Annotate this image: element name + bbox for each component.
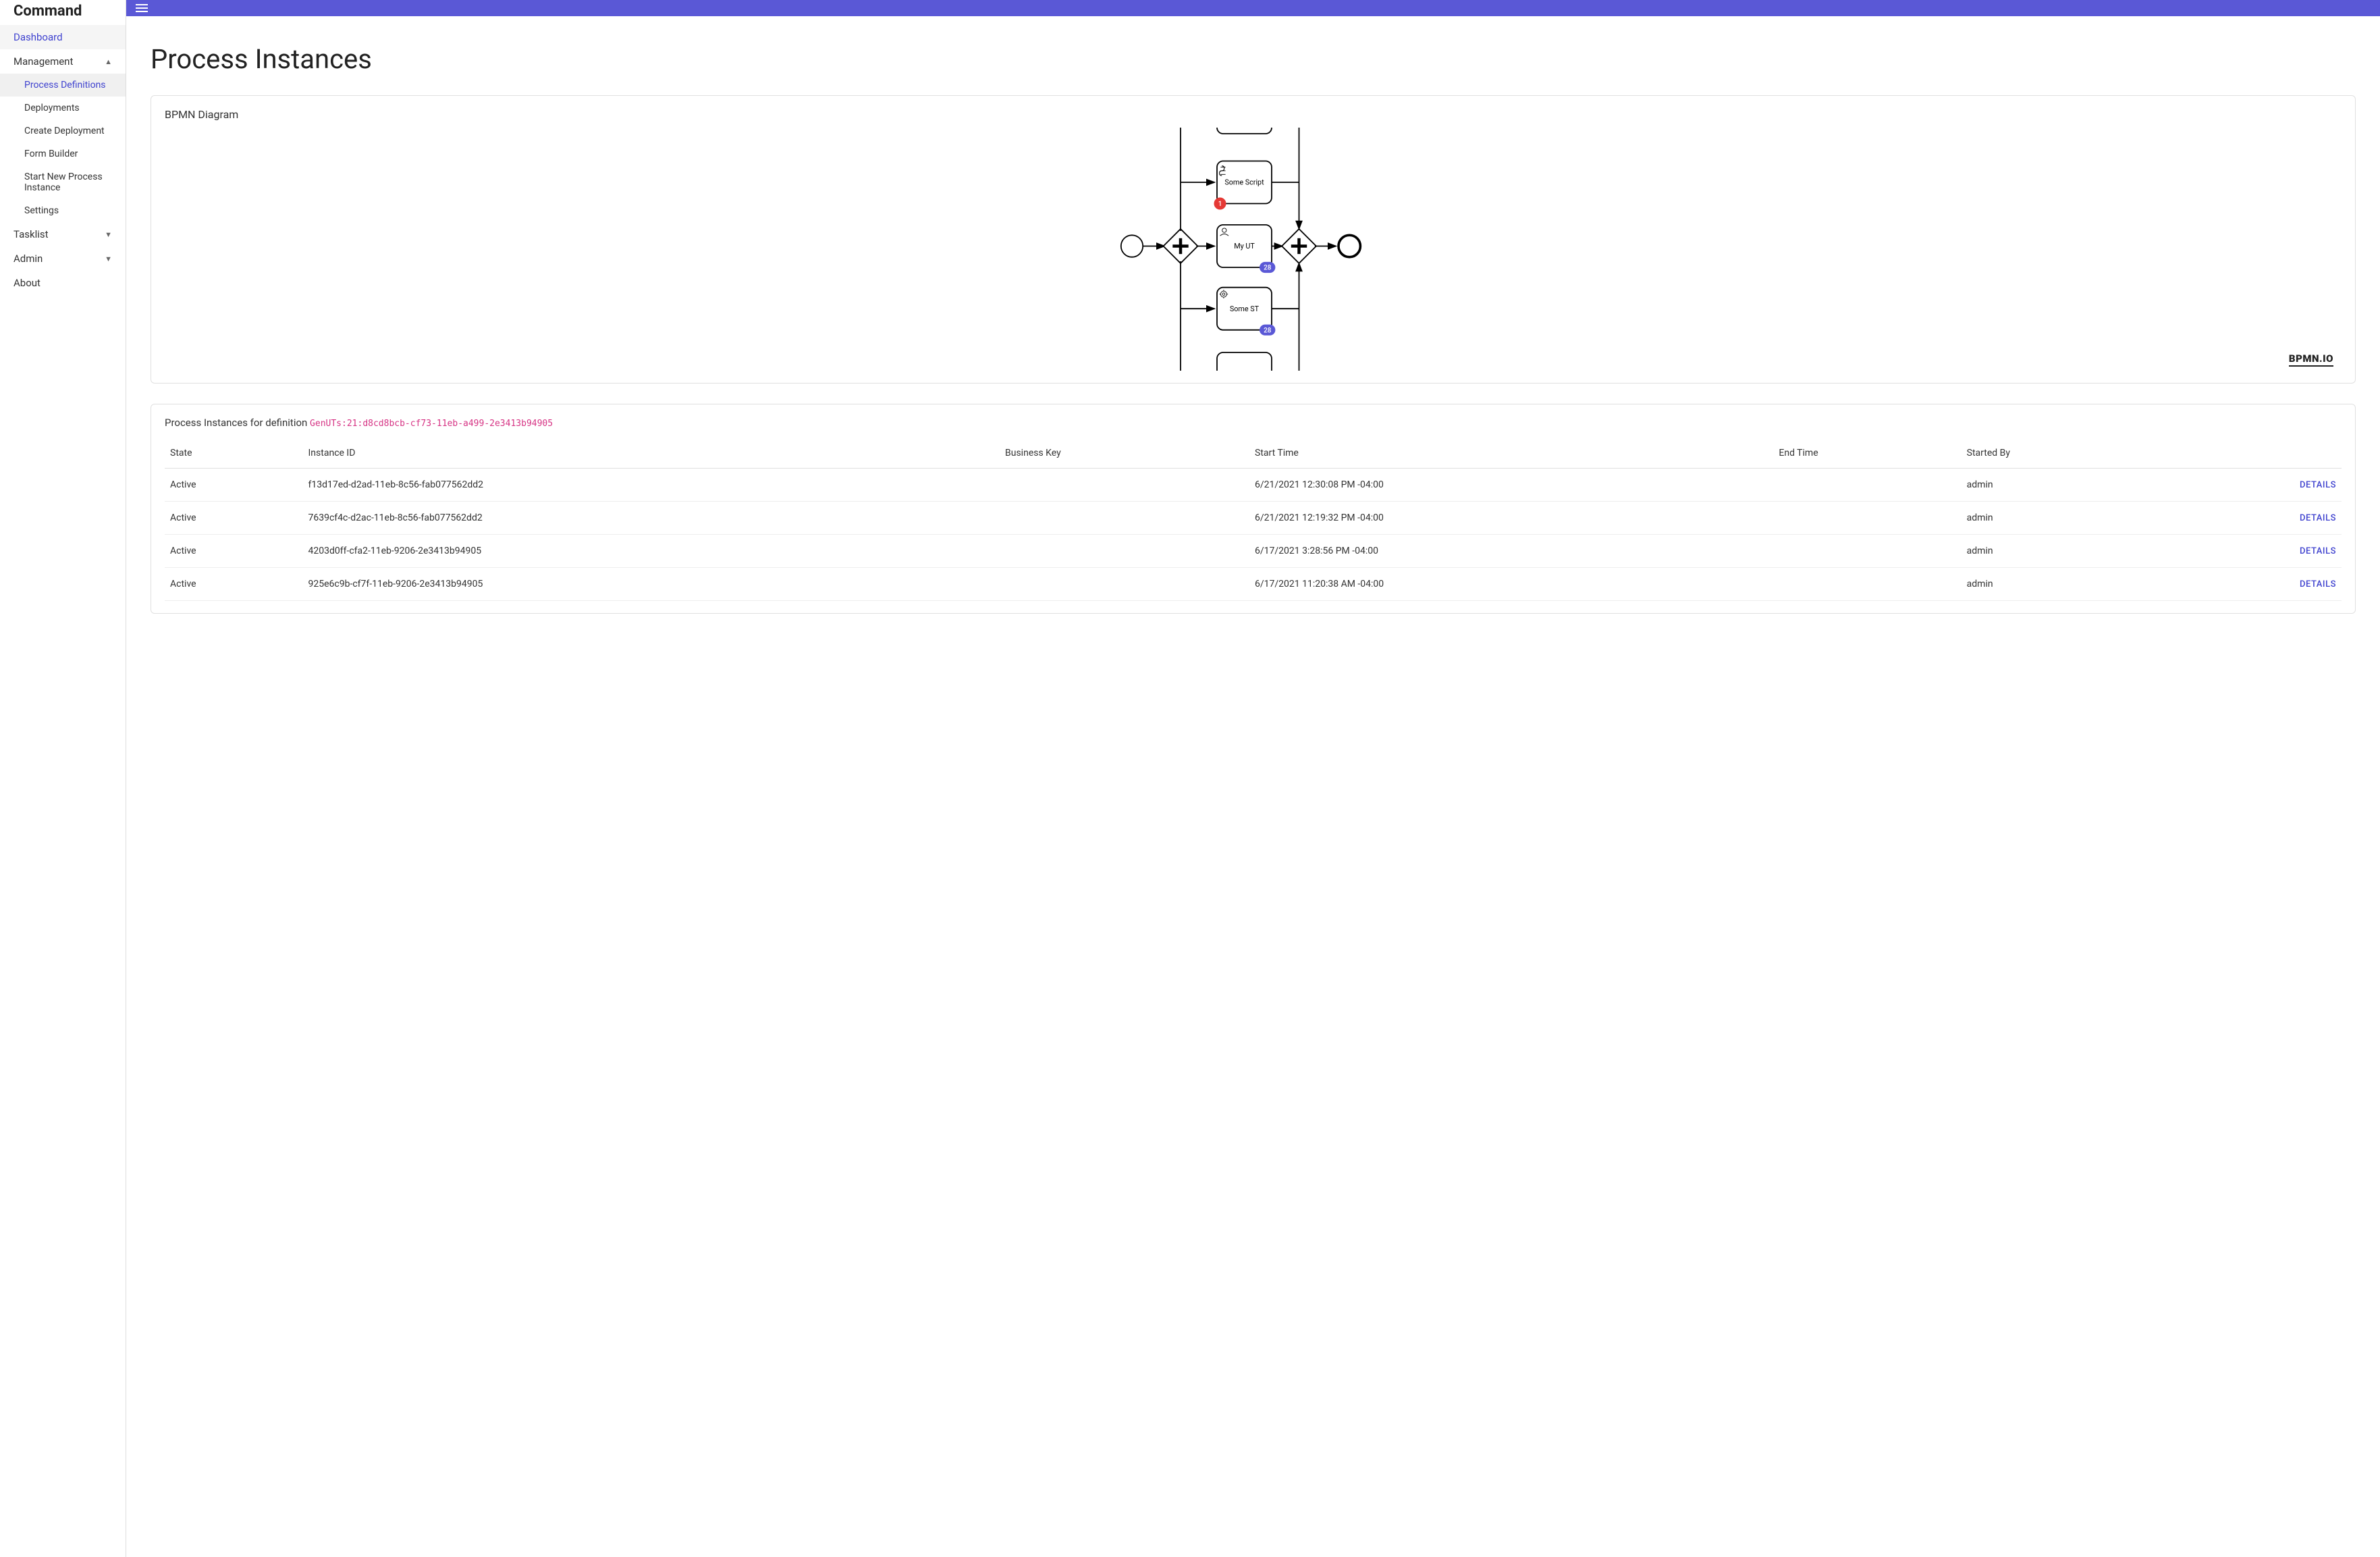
sidebar-item-dashboard[interactable]: Dashboard — [0, 25, 126, 49]
col-end-time: End Time — [1773, 438, 1961, 469]
sidebar-item-admin[interactable]: Admin ▼ — [0, 246, 126, 271]
cell-state: Active — [165, 502, 303, 535]
cell-end-time — [1773, 502, 1961, 535]
task-label: My UT — [1234, 242, 1255, 250]
sidebar-item-create-deployment[interactable]: Create Deployment — [0, 120, 126, 142]
col-state: State — [165, 438, 303, 469]
sidebar-item-tasklist[interactable]: Tasklist ▼ — [0, 222, 126, 246]
cell-state: Active — [165, 535, 303, 568]
details-link[interactable]: DETAILS — [2165, 535, 2342, 568]
table-row: Active7639cf4c-d2ac-11eb-8c56-fab077562d… — [165, 502, 2342, 535]
cell-instance-id: 925e6c9b-cf7f-11eb-9206-2e3413b94905 — [303, 568, 1000, 601]
sidebar-item-process-definitions[interactable]: Process Definitions — [0, 74, 126, 97]
col-instance-id: Instance ID — [303, 438, 1000, 469]
sidebar-item-label: Deployments — [24, 103, 80, 113]
bpmn-logo[interactable]: BPMN.IO — [2289, 352, 2333, 367]
sidebar-item-label: Dashboard — [13, 31, 63, 43]
svg-text:1: 1 — [1218, 201, 1222, 208]
col-started-by: Started By — [1962, 438, 2165, 469]
sidebar-item-label: Tasklist — [13, 228, 49, 240]
task-label: Some ST — [1229, 305, 1259, 313]
cell-instance-id: f13d17ed-d2ad-11eb-8c56-fab077562dd2 — [303, 469, 1000, 502]
sidebar-item-label: Admin — [13, 253, 43, 265]
cell-started-by: admin — [1962, 535, 2165, 568]
task-label: Some Script — [1224, 178, 1264, 187]
cell-state: Active — [165, 469, 303, 502]
details-link[interactable]: DETAILS — [2165, 469, 2342, 502]
diagram-card: BPMN Diagram — [151, 95, 2356, 384]
cell-instance-id: 7639cf4c-d2ac-11eb-8c56-fab077562dd2 — [303, 502, 1000, 535]
cell-start-time: 6/17/2021 3:28:56 PM -04:00 — [1249, 535, 1773, 568]
bpmn-diagram[interactable]: Some Script 1 My UT 28 — [165, 128, 2342, 371]
cell-business-key — [1000, 469, 1249, 502]
details-link[interactable]: DETAILS — [2165, 568, 2342, 601]
menu-icon[interactable] — [136, 4, 148, 12]
details-link[interactable]: DETAILS — [2165, 502, 2342, 535]
sidebar-item-label: Form Builder — [24, 149, 78, 159]
chevron-down-icon: ▼ — [105, 230, 112, 239]
instances-intro: Process Instances for definition GenUTs:… — [165, 417, 2342, 429]
cell-instance-id: 4203d0ff-cfa2-11eb-9206-2e3413b94905 — [303, 535, 1000, 568]
cell-start-time: 6/17/2021 11:20:38 AM -04:00 — [1249, 568, 1773, 601]
chevron-down-icon: ▼ — [105, 255, 112, 263]
topbar — [126, 0, 2380, 16]
brand-title: Command — [0, 0, 126, 25]
cell-started-by: admin — [1962, 469, 2165, 502]
svg-text:28: 28 — [1264, 327, 1272, 334]
cell-started-by: admin — [1962, 568, 2165, 601]
cell-state: Active — [165, 568, 303, 601]
cell-end-time — [1773, 568, 1961, 601]
sidebar: Command Dashboard Management ▲ Process D… — [0, 0, 126, 1557]
cell-business-key — [1000, 568, 1249, 601]
sidebar-item-label: Management — [13, 55, 73, 68]
main: Process Instances BPMN Diagram — [126, 0, 2380, 1557]
svg-text:28: 28 — [1264, 265, 1272, 272]
definition-key[interactable]: GenUTs:21:d8cd8bcb-cf73-11eb-a499-2e3413… — [310, 419, 553, 429]
sidebar-item-label: Process Definitions — [24, 80, 106, 90]
sidebar-item-deployments[interactable]: Deployments — [0, 97, 126, 120]
sidebar-item-label: Settings — [24, 205, 59, 216]
cell-business-key — [1000, 535, 1249, 568]
cell-start-time: 6/21/2021 12:30:08 PM -04:00 — [1249, 469, 1773, 502]
col-business-key: Business Key — [1000, 438, 1249, 469]
sidebar-item-form-builder[interactable]: Form Builder — [0, 142, 126, 165]
table-row: Active925e6c9b-cf7f-11eb-9206-2e3413b949… — [165, 568, 2342, 601]
sidebar-item-management[interactable]: Management ▲ — [0, 49, 126, 74]
instances-table: State Instance ID Business Key Start Tim… — [165, 438, 2342, 601]
sidebar-item-label: About — [13, 277, 40, 289]
cell-end-time — [1773, 469, 1961, 502]
page-title: Process Instances — [151, 43, 2356, 75]
sidebar-item-label: Create Deployment — [24, 126, 105, 136]
diagram-title: BPMN Diagram — [165, 108, 2342, 121]
instances-card: Process Instances for definition GenUTs:… — [151, 404, 2356, 614]
col-start-time: Start Time — [1249, 438, 1773, 469]
cell-end-time — [1773, 535, 1961, 568]
sidebar-item-about[interactable]: About — [0, 271, 126, 295]
chevron-up-icon: ▲ — [105, 57, 112, 66]
sidebar-item-start-new-process[interactable]: Start New Process Instance — [0, 165, 126, 199]
table-row: Active4203d0ff-cfa2-11eb-9206-2e3413b949… — [165, 535, 2342, 568]
cell-started-by: admin — [1962, 502, 2165, 535]
cell-start-time: 6/21/2021 12:19:32 PM -04:00 — [1249, 502, 1773, 535]
sidebar-item-label: Start New Process Instance — [24, 171, 112, 193]
table-row: Activef13d17ed-d2ad-11eb-8c56-fab077562d… — [165, 469, 2342, 502]
sidebar-item-settings[interactable]: Settings — [0, 199, 126, 222]
cell-business-key — [1000, 502, 1249, 535]
